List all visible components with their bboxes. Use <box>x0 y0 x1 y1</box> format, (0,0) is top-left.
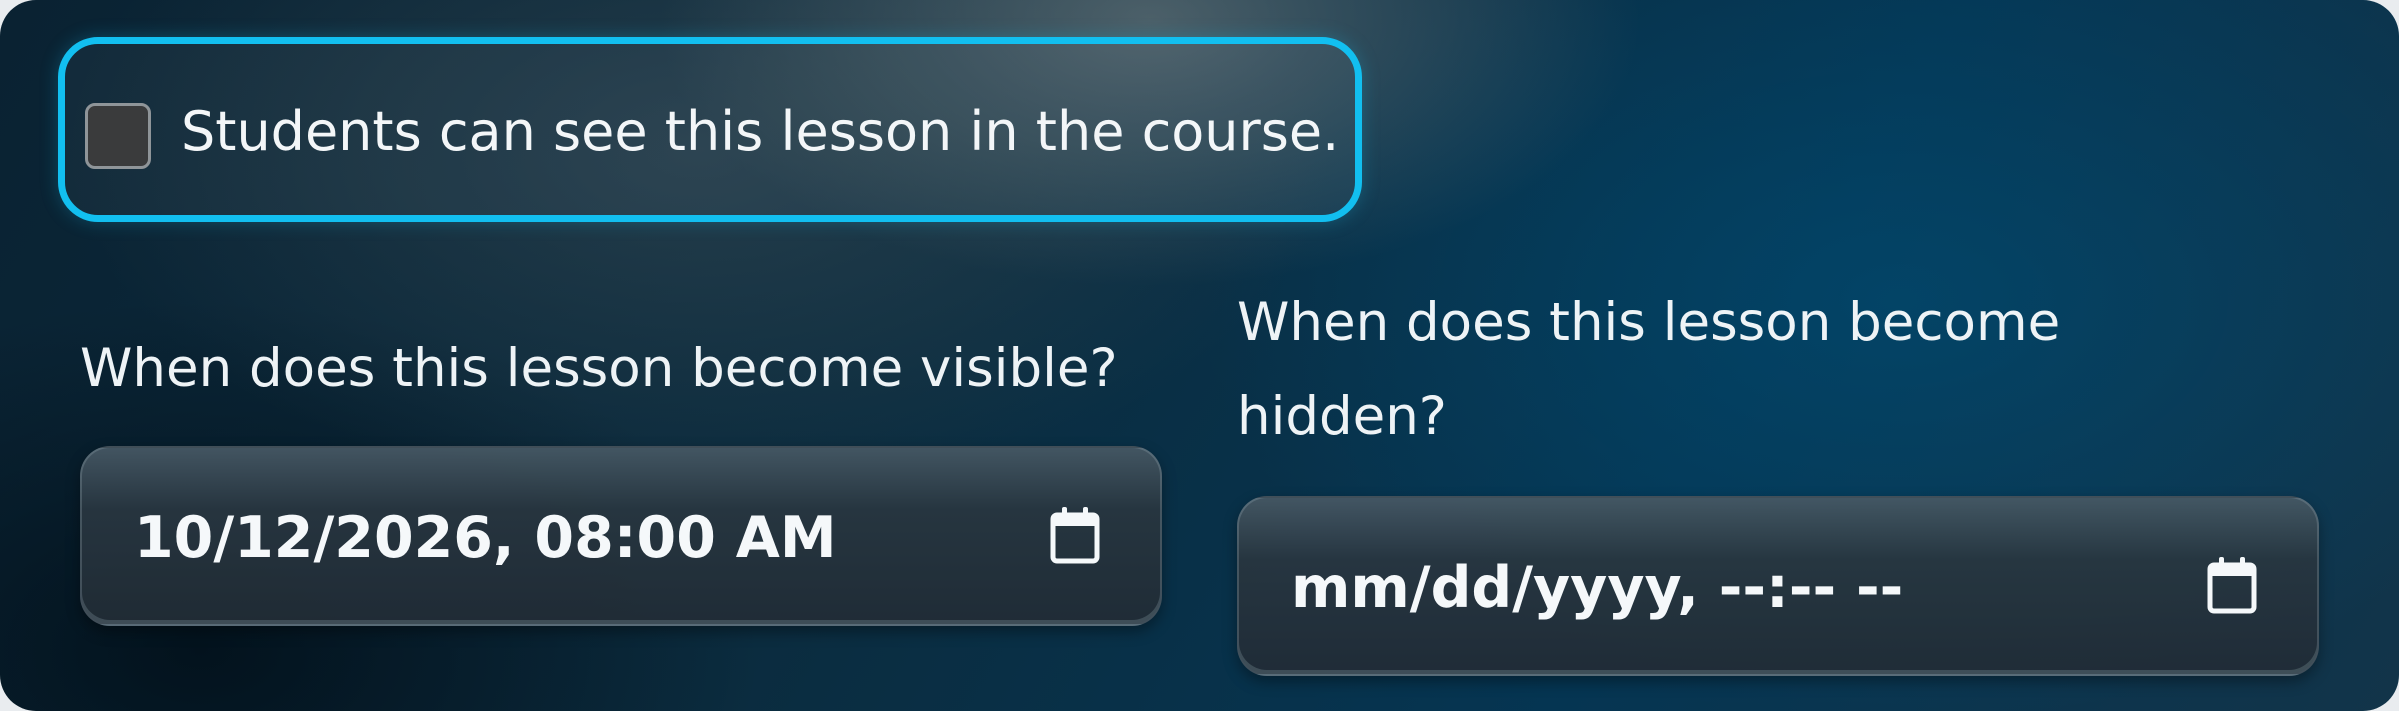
visible-date-input[interactable]: 10/12/2026, 08:00 AM <box>80 446 1162 626</box>
visibility-checkbox-row[interactable]: Students can see this lesson in the cour… <box>58 37 1362 222</box>
hidden-date-value: mm/dd/yyyy, --:-- -- <box>1291 555 1904 621</box>
visibility-checkbox-label: Students can see this lesson in the cour… <box>181 100 1340 163</box>
visibility-checkbox[interactable] <box>85 103 151 169</box>
lesson-visibility-panel: Students can see this lesson in the cour… <box>0 0 2399 711</box>
calendar-icon[interactable] <box>2207 556 2257 614</box>
hidden-date-label: When does this lesson become hidden? <box>1237 292 2061 447</box>
visible-date-label: When does this lesson become visible? <box>80 338 1118 399</box>
visible-date-value: 10/12/2026, 08:00 AM <box>134 505 837 571</box>
calendar-icon[interactable] <box>1050 506 1100 564</box>
hidden-date-input[interactable]: mm/dd/yyyy, --:-- -- <box>1237 496 2319 676</box>
